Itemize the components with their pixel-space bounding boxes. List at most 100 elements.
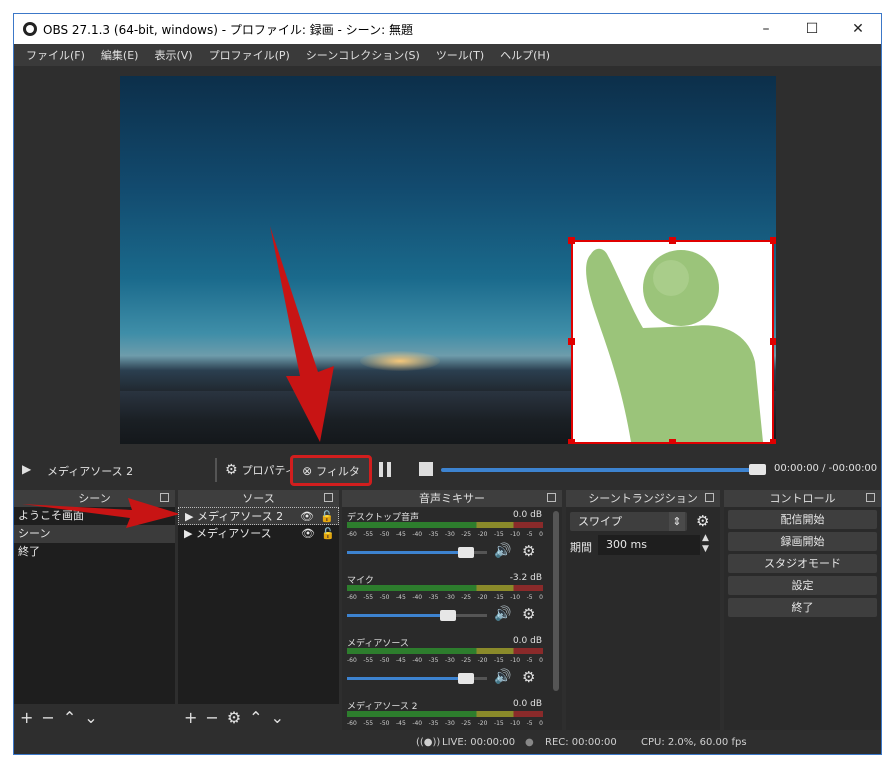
level-meter <box>347 522 543 528</box>
tick-label: -60 <box>347 657 357 664</box>
resize-handle[interactable] <box>770 439 776 444</box>
source-label: メディアソース <box>195 527 272 540</box>
speaker-icon[interactable]: 🔊 <box>494 543 511 559</box>
tick-label: -45 <box>395 531 406 538</box>
controls-header: コントロール <box>724 490 881 507</box>
add-icon[interactable]: + <box>20 708 33 727</box>
seek-bar[interactable] <box>441 468 766 472</box>
start-recording-button[interactable]: 録画開始 <box>728 532 877 551</box>
gear-icon[interactable]: ⚙ <box>522 605 535 623</box>
chevron-up-icon[interactable]: ⌃ <box>249 708 262 727</box>
tick-label: -25 <box>461 531 472 538</box>
speaker-icon[interactable]: 🔊 <box>494 606 511 622</box>
tick-label: -50 <box>379 594 390 601</box>
tick-label: -60 <box>347 531 357 538</box>
tick-label: -10 <box>510 657 521 664</box>
resize-handle[interactable] <box>669 237 676 244</box>
tick-label: -35 <box>428 531 439 538</box>
duration-stepper[interactable]: ▲ ▼ <box>702 533 709 555</box>
maximize-button[interactable]: ☐ <box>789 14 835 44</box>
play-icon[interactable]: ▶ <box>22 462 31 476</box>
title-bar: OBS 27.1.3 (64-bit, windows) - プロファイル: 録… <box>14 14 881 44</box>
duration-input[interactable]: 300 ms <box>598 535 700 555</box>
tick-label: 0 <box>539 657 543 664</box>
volume-slider[interactable] <box>347 610 487 621</box>
tick-label: -20 <box>477 657 488 664</box>
channel-db: -3.2 dB <box>509 573 542 583</box>
resize-handle[interactable] <box>568 439 575 444</box>
tick-label: -55 <box>363 657 374 664</box>
gear-icon[interactable]: ⚙ <box>522 668 535 686</box>
menu-profile[interactable]: プロファイル(P) <box>201 47 298 63</box>
tick-label: -50 <box>379 657 390 664</box>
toolbar-divider <box>215 458 217 482</box>
lock-icon[interactable]: 🔓 <box>321 525 335 543</box>
menu-tools[interactable]: ツール(T) <box>428 47 492 63</box>
chevron-down-icon[interactable]: ⌄ <box>271 708 284 727</box>
volume-handle[interactable] <box>439 610 456 621</box>
resize-handle[interactable] <box>770 237 776 244</box>
tick-label: -45 <box>395 657 406 664</box>
transition-select[interactable]: スワイプ ⇕ <box>570 512 687 531</box>
source-label: メディアソース 2 <box>196 510 284 523</box>
chevron-up-icon[interactable]: ⌃ <box>63 708 76 727</box>
popout-icon[interactable] <box>705 493 714 502</box>
popout-icon[interactable] <box>547 493 556 502</box>
chevron-down-icon[interactable]: ⌄ <box>84 708 97 727</box>
eye-icon[interactable]: 👁 <box>301 525 315 543</box>
preview-canvas[interactable] <box>120 76 776 444</box>
stop-icon[interactable] <box>419 462 433 476</box>
filter-button[interactable]: ⊗ フィルタ <box>290 455 372 486</box>
speaker-icon[interactable]: 🔊 <box>494 669 511 685</box>
chevron-down-icon: ⇕ <box>669 512 685 531</box>
seek-handle[interactable] <box>749 464 766 475</box>
popout-icon[interactable] <box>324 493 333 502</box>
eye-icon[interactable]: 👁 <box>300 508 314 526</box>
gear-icon[interactable]: ⚙ <box>696 512 709 530</box>
list-item[interactable]: ▶ メディアソース 2 👁 🔓 <box>178 507 339 525</box>
transitions-panel: スワイプ ⇕ ⚙ 期間 300 ms ▲ ▼ <box>566 507 720 730</box>
properties-button[interactable]: ⚙ プロパティ <box>225 462 296 478</box>
selected-source-media-2[interactable] <box>568 237 776 444</box>
waving-figure-icon <box>586 248 763 442</box>
scenes-toolbar: + − ⌃ ⌄ <box>14 704 175 730</box>
pause-icon[interactable] <box>387 462 391 477</box>
popout-icon[interactable] <box>866 493 875 502</box>
duration-value: 300 ms <box>606 538 647 551</box>
meter-ticks: -60 -55 -50 -45 -40 -35 -30 -25 -20 -15 -10 -5 0 <box>347 531 543 538</box>
lock-icon[interactable]: 🔓 <box>320 508 334 526</box>
remove-icon[interactable]: − <box>205 708 218 727</box>
sunset-glow <box>360 351 440 371</box>
menu-help[interactable]: ヘルプ(H) <box>492 47 558 63</box>
exit-button[interactable]: 終了 <box>728 598 877 617</box>
pause-icon[interactable] <box>379 462 383 477</box>
filter-icon: ⊗ <box>302 463 313 478</box>
resize-handle[interactable] <box>770 338 776 345</box>
minimize-button[interactable]: – <box>743 14 789 44</box>
tick-label: -5 <box>526 594 533 601</box>
list-item[interactable]: ▶ メディアソース 👁 🔓 <box>178 525 339 543</box>
resize-handle[interactable] <box>669 439 676 444</box>
add-icon[interactable]: + <box>184 708 197 727</box>
settings-button[interactable]: 設定 <box>728 576 877 595</box>
gear-icon[interactable]: ⚙ <box>522 542 535 560</box>
gear-icon[interactable]: ⚙ <box>227 708 241 727</box>
start-streaming-button[interactable]: 配信開始 <box>728 510 877 529</box>
menu-scene-collection[interactable]: シーンコレクション(S) <box>298 47 428 63</box>
menu-edit[interactable]: 編集(E) <box>93 47 147 63</box>
remove-icon[interactable]: − <box>41 708 54 727</box>
close-button[interactable]: ✕ <box>835 14 881 44</box>
tick-label: -20 <box>477 594 488 601</box>
resize-handle[interactable] <box>568 338 575 345</box>
transitions-dock: シーントランジション スワイプ ⇕ ⚙ 期間 300 ms ▲ ▼ <box>566 490 720 730</box>
mixer-title: 音声ミキサー <box>419 492 485 505</box>
menu-view[interactable]: 表示(V) <box>146 47 200 63</box>
volume-handle[interactable] <box>458 673 474 684</box>
volume-handle[interactable] <box>458 547 474 558</box>
volume-slider[interactable] <box>347 673 487 684</box>
resize-handle[interactable] <box>568 237 575 244</box>
menu-file[interactable]: ファイル(F) <box>18 47 93 63</box>
list-item[interactable]: 終了 <box>14 543 175 561</box>
studio-mode-button[interactable]: スタジオモード <box>728 554 877 573</box>
volume-slider[interactable] <box>347 547 487 558</box>
